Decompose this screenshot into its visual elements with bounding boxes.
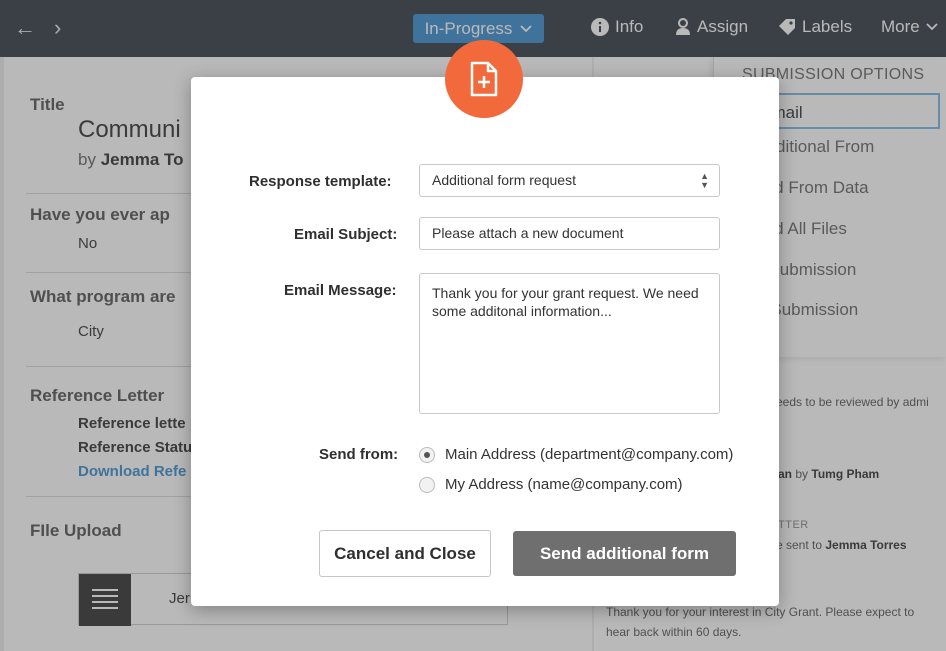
send-from-my-label: My Address (name@company.com) — [445, 476, 683, 493]
cancel-and-close-button[interactable]: Cancel and Close — [319, 530, 491, 577]
response-template-select[interactable]: Additional form request ▲ ▼ — [419, 164, 720, 197]
response-template-value: Additional form request — [432, 172, 576, 188]
response-template-label: Response template: — [249, 173, 392, 190]
select-arrows-icon: ▲ ▼ — [700, 171, 709, 190]
email-subject-label: Email Subject: — [294, 226, 398, 243]
send-additional-form-button[interactable]: Send additional form — [513, 531, 736, 576]
send-from-label: Send from: — [319, 446, 399, 463]
radio-unselected-icon — [419, 476, 435, 493]
send-from-my-option[interactable]: My Address (name@company.com) — [419, 476, 683, 493]
radio-selected-icon — [419, 446, 435, 463]
send-from-main-option[interactable]: Main Address (department@company.com) — [419, 446, 733, 463]
email-message-field[interactable]: Thank you for your grant request. We nee… — [419, 273, 720, 414]
add-document-icon — [470, 61, 498, 97]
send-from-main-label: Main Address (department@company.com) — [445, 446, 734, 463]
dialog-badge — [445, 40, 523, 118]
email-message-label: Email Message: — [284, 282, 397, 299]
email-subject-field[interactable]: Please attach a new document — [419, 217, 720, 250]
